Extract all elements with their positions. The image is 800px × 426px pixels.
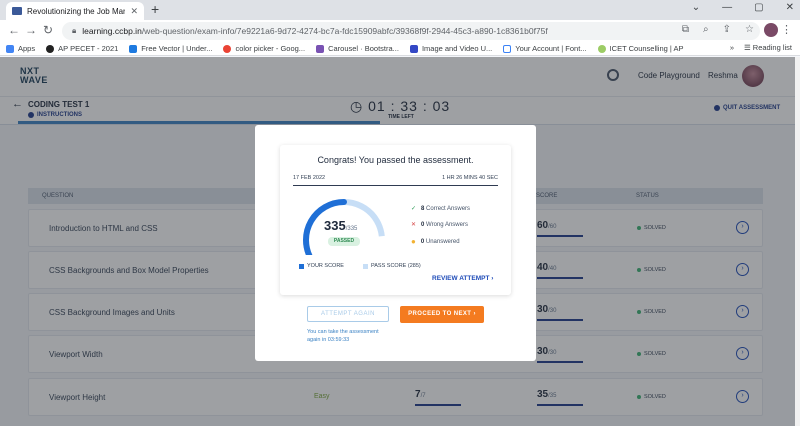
passed-badge: PASSED [328, 237, 360, 246]
omnibox-actions: ⧉ ⌕ ⇪ ☆ [682, 24, 754, 35]
retake-note: You can take the assessment again in 03:… [307, 329, 379, 343]
browser-tab[interactable]: Revolutionizing the Job Market | ✕ [6, 2, 144, 20]
forward-icon[interactable]: → [25, 23, 37, 37]
bookmarks-bar: Apps AP PECET - 2021 Free Vector | Under… [0, 42, 800, 56]
attempt-again-button[interactable]: ATTEMPT AGAIN [307, 306, 389, 322]
legend-your-score: YOUR SCORE [299, 263, 344, 269]
page-scrollbar[interactable] [795, 57, 800, 426]
bookmark-item[interactable]: Carousel · Bootstra... [316, 44, 399, 53]
zoom-icon[interactable]: ⌕ [703, 24, 709, 35]
reading-list-button[interactable]: ☰ Reading list [744, 43, 792, 52]
window-controls: ⌄ — ▢ ✕ [692, 2, 794, 13]
result-card: Congrats! You passed the assessment. 17 … [280, 145, 511, 295]
congrats-message: Congrats! You passed the assessment. [317, 155, 474, 165]
bookmark-item[interactable]: Image and Video U... [409, 44, 492, 53]
attempt-duration: 1 HR 26 MINS 40 SEC [442, 175, 498, 181]
review-attempt-link[interactable]: REVIEW ATTEMPT › [432, 275, 493, 282]
maximize-icon[interactable]: ▢ [754, 2, 763, 13]
apps-grid-icon [6, 44, 14, 53]
url-host: learning.ccbp.in [82, 26, 142, 36]
navigation-bar: ← → ↻ 🔒︎ learning.ccbp.in/web-question/e… [0, 20, 800, 42]
more-bookmarks-icon[interactable]: » [730, 43, 734, 52]
new-tab-icon[interactable]: + [151, 1, 159, 17]
wrong-answers: ✕ 0 Wrong Answers [411, 221, 468, 229]
icet-icon [597, 44, 606, 53]
bootstrap-icon [316, 44, 325, 53]
unanswered: ● 0 Unanswered [411, 237, 460, 246]
bookmark-item[interactable]: Free Vector | Under... [129, 44, 212, 53]
close-window-icon[interactable]: ✕ [786, 2, 794, 13]
profile-avatar-icon[interactable] [764, 23, 778, 37]
legend-swatch [299, 263, 304, 269]
flag-icon [503, 44, 512, 53]
freepik-icon [129, 44, 138, 53]
share-icon[interactable]: ⇪ [723, 24, 731, 35]
chevron-right-icon: › [491, 275, 494, 282]
bookmarks-right: » ☰ Reading list [730, 43, 792, 52]
bookmark-apps[interactable]: Apps [6, 44, 35, 53]
check-icon: ✓ [411, 206, 417, 212]
legend-pass-score: PASS SCORE (285) [363, 263, 421, 269]
dot-icon: ● [411, 237, 416, 246]
correct-answers: ✓ 8 Correct Answers [411, 205, 471, 213]
globe-icon [46, 44, 55, 53]
site-favicon-icon [12, 7, 22, 15]
bookmark-item[interactable]: Your Account | Font... [503, 44, 587, 53]
minimize-icon[interactable]: — [722, 2, 732, 13]
divider [293, 185, 498, 186]
cross-icon: ✕ [411, 222, 417, 228]
cloudinary-icon [409, 44, 418, 53]
tab-search-icon[interactable]: ⌄ [692, 2, 700, 13]
bookmark-star-icon[interactable]: ☆ [745, 24, 754, 35]
bookmark-item[interactable]: color picker - Goog... [223, 44, 305, 53]
legend-swatch [363, 263, 368, 269]
chevron-right-icon: › [473, 311, 476, 317]
open-in-app-icon[interactable]: ⧉ [682, 24, 689, 35]
tab-title: Revolutionizing the Job Market | [27, 6, 126, 16]
tab-strip: Revolutionizing the Job Market | ✕ + ⌄ —… [0, 0, 800, 20]
attempt-date: 17 FEB 2022 [293, 175, 326, 181]
google-icon [223, 44, 232, 53]
result-modal: Congrats! You passed the assessment. 17 … [255, 125, 536, 361]
bookmark-item[interactable]: ICET Counselling | AP [597, 44, 684, 53]
close-tab-icon[interactable]: ✕ [130, 6, 144, 17]
score-value: 335/335 [324, 218, 358, 233]
browser-menu-icon[interactable]: ⋮ [781, 23, 792, 36]
url-path: /web-question/exam-info/7e9221a6-9d72-42… [141, 26, 548, 36]
reload-icon[interactable]: ↻ [43, 23, 53, 37]
lock-icon: 🔒︎ [72, 26, 77, 35]
address-bar[interactable]: 🔒︎ learning.ccbp.in/web-question/exam-in… [62, 22, 760, 40]
back-icon[interactable]: ← [8, 23, 20, 37]
bookmark-item[interactable]: AP PECET - 2021 [46, 44, 118, 53]
proceed-to-next-button[interactable]: PROCEED TO NEXT › [400, 306, 484, 323]
